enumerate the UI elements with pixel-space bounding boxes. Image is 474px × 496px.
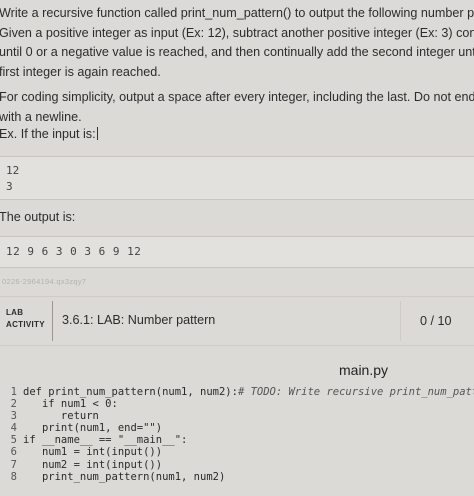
- line-number: 2: [10, 398, 17, 411]
- prompt-line: with a newline.: [0, 109, 82, 124]
- code-editor[interactable]: 1 def print_num_pattern(num1, num2): # TOD…: [0, 386, 474, 496]
- lab-tag-line: LAB: [6, 308, 24, 317]
- code-line[interactable]: 7 num2 = int(input()): [0, 459, 474, 471]
- code-line[interactable]: 8 print_num_pattern(num1, num2): [0, 471, 474, 483]
- code-line[interactable]: 5 if __name__ == "__main__":: [0, 434, 474, 446]
- zybooks-lab-page: Write a recursive function called print_…: [0, 0, 474, 496]
- example-output-value: 12 9 6 3 0 3 6 9 12: [6, 245, 142, 258]
- prompt-line: Given a positive integer as input (Ex: 1…: [0, 25, 474, 40]
- lab-activity-header: LAB ACTIVITY 3.6.1: LAB: Number pattern …: [0, 296, 474, 346]
- code-comment[interactable]: # TODO: Write recursive print_num_patter…: [238, 386, 474, 398]
- text-cursor: [96, 127, 98, 140]
- example-input-line: 12: [6, 164, 20, 177]
- line-number: 8: [10, 470, 17, 483]
- example-output-label: The output is:: [0, 210, 76, 224]
- code-line[interactable]: 2 if num1 < 0:: [0, 398, 474, 410]
- example-input-label-text: Ex. If the input is:: [0, 127, 96, 141]
- line-number: 3: [10, 410, 17, 423]
- example-input-line: 3: [6, 180, 13, 193]
- example-input-label: Ex. If the input is:: [0, 127, 98, 141]
- line-number: 4: [10, 422, 17, 435]
- code-line[interactable]: 1 def print_num_pattern(num1, num2): # TOD…: [0, 386, 474, 398]
- lab-activity-tag: LAB ACTIVITY: [6, 307, 45, 331]
- code-text[interactable]: num1 = int(input()): [23, 446, 162, 458]
- line-number: 7: [10, 458, 17, 471]
- code-line[interactable]: 4 print(num1, end=""): [0, 422, 474, 434]
- line-number: 6: [10, 446, 17, 459]
- problem-description: Write a recursive function called print_…: [0, 4, 474, 82]
- lab-score: 0 / 10: [420, 314, 452, 328]
- code-text[interactable]: print_num_pattern(num1, num2): [23, 471, 225, 483]
- example-input-box: 12 3: [0, 156, 474, 200]
- code-text[interactable]: if __name__ == "__main__":: [23, 434, 187, 446]
- example-output-box: 12 9 6 3 0 3 6 9 12: [0, 236, 474, 268]
- code-text[interactable]: print(num1, end=""): [23, 422, 162, 434]
- prompt-line: first integer is again reached.: [0, 64, 161, 79]
- line-number: 1: [10, 386, 17, 398]
- line-number: 5: [10, 434, 17, 447]
- code-text[interactable]: if num1 < 0:: [23, 398, 118, 410]
- prompt-line: until 0 or a negative value is reached, …: [0, 45, 474, 59]
- editor-filename: main.py: [339, 362, 389, 378]
- code-text[interactable]: def print_num_pattern(num1, num2):: [23, 386, 238, 398]
- activity-hash: 0226-2964194.qx3zqy7: [2, 277, 87, 286]
- code-text[interactable]: num2 = int(input()): [23, 459, 162, 471]
- prompt-line: Write a recursive function called print_…: [0, 6, 474, 20]
- lab-title: 3.6.1: LAB: Number pattern: [62, 313, 216, 327]
- score-divider: [400, 301, 401, 341]
- problem-note: For coding simplicity, output a space af…: [0, 88, 474, 127]
- prompt-line: For coding simplicity, output a space af…: [0, 90, 474, 104]
- code-line[interactable]: 6 num1 = int(input()): [0, 446, 474, 458]
- code-text[interactable]: return: [23, 410, 99, 422]
- code-line[interactable]: 3 return: [0, 410, 474, 422]
- lab-divider: [52, 301, 53, 341]
- lab-tag-line: ACTIVITY: [6, 320, 45, 329]
